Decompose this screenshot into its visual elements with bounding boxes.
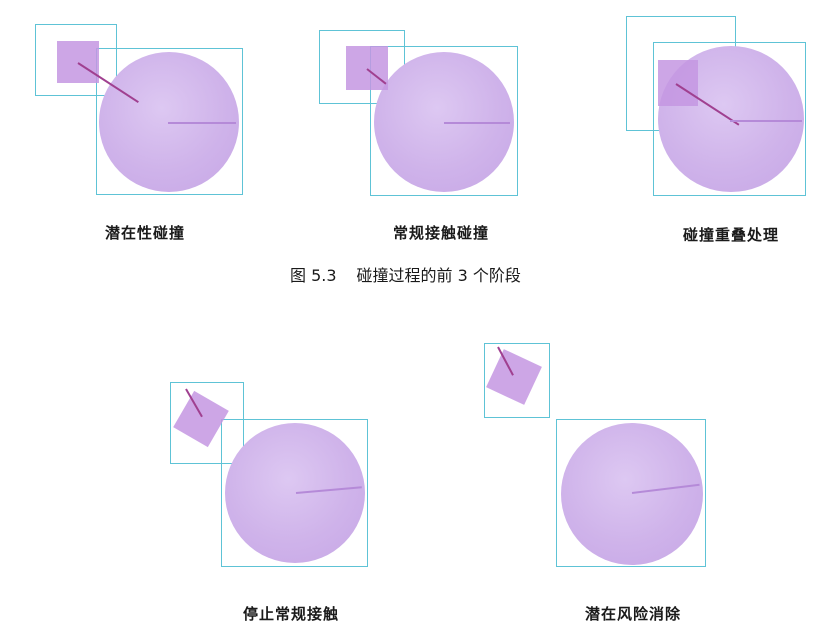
radius-line	[444, 122, 510, 124]
figure-number: 图 5.3	[290, 266, 337, 285]
square-body	[658, 60, 698, 106]
caption-risk-eliminated: 潜在风险消除	[584, 605, 682, 623]
radius-line	[730, 120, 802, 122]
caption-overlap-handling: 碰撞重叠处理	[682, 226, 780, 244]
circle-body	[225, 423, 365, 563]
figure-title: 图 5.3 碰撞过程的前 3 个阶段	[290, 262, 521, 286]
radius-line	[168, 122, 236, 124]
caption-stop-contact: 停止常规接触	[242, 605, 340, 623]
caption-regular-contact: 常规接触碰撞	[392, 224, 490, 242]
caption-potential-collision: 潜在性碰撞	[104, 224, 186, 242]
circle-body	[561, 423, 703, 565]
figure-title-text: 碰撞过程的前 3 个阶段	[356, 266, 521, 285]
